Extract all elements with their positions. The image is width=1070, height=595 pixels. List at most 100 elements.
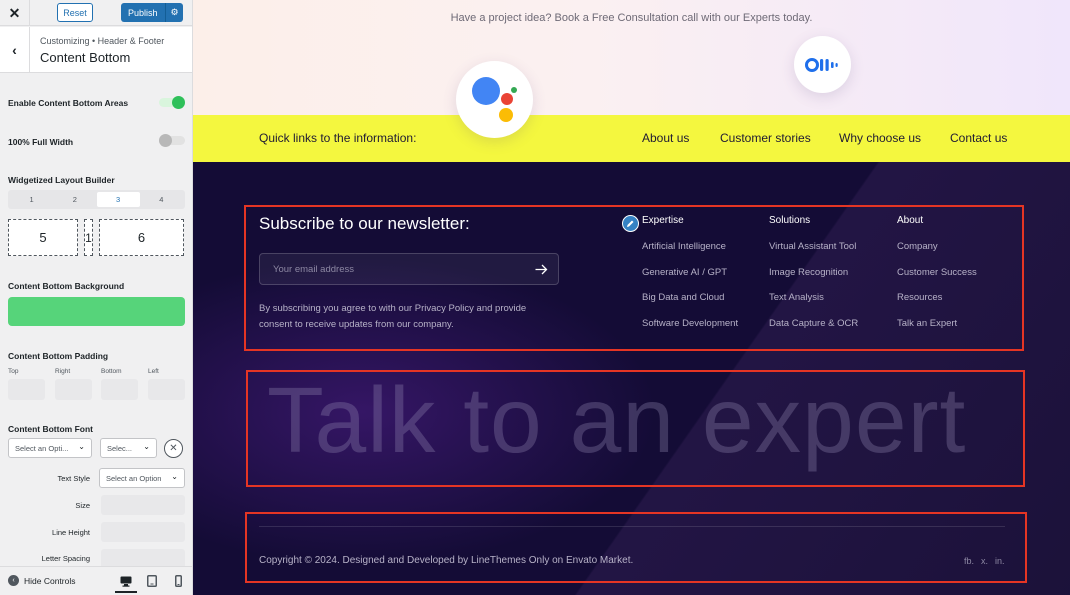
quick-link-about[interactable]: About us (642, 131, 689, 145)
column-width-1[interactable]: 5 (8, 219, 78, 256)
line-height-input[interactable] (101, 522, 185, 542)
site-footer: Subscribe to our newsletter: By subscrib… (193, 162, 1070, 595)
quick-link-why-choose-us[interactable]: Why choose us (839, 131, 921, 145)
publish-label: Publish (128, 7, 158, 18)
breadcrumb: Customizing • Header & Footer (40, 36, 165, 46)
padding-top-input[interactable] (8, 379, 45, 400)
panel-header: ‹ Customizing • Header & Footer Content … (0, 27, 192, 73)
layout-tab-4[interactable]: 4 (140, 192, 183, 207)
layout-tab-2[interactable]: 2 (53, 192, 96, 207)
chevron-down-icon: ⌄ (78, 442, 85, 451)
gear-icon[interactable]: ⚙ (165, 3, 183, 22)
footer-link[interactable]: Artificial Intelligence (642, 241, 726, 252)
hide-controls-button[interactable]: ‹ Hide Controls (8, 575, 76, 586)
size-input[interactable] (101, 495, 185, 515)
talk-to-expert-heading[interactable]: Talk to an expert (267, 367, 966, 474)
footer-link[interactable]: Customer Success (897, 267, 977, 278)
letter-spacing-label: Letter Spacing (41, 554, 90, 563)
layout-builder-label: Widgetized Layout Builder (8, 175, 115, 185)
line-height-label: Line Height (52, 528, 90, 537)
padding-right-label: Right (55, 368, 71, 375)
pencil-icon[interactable] (622, 215, 639, 232)
toggle-knob (159, 134, 172, 147)
copyright-text: Copyright © 2024. Designed and Developed… (259, 555, 634, 566)
footer-link[interactable]: Image Recognition (769, 267, 848, 278)
tablet-preview-icon[interactable] (144, 573, 160, 589)
footer-link[interactable]: Big Data and Cloud (642, 292, 724, 303)
cta-hero: Have a project idea? Book a Free Consult… (193, 0, 1070, 115)
layout-tab-1[interactable]: 1 (10, 192, 53, 207)
toggle-knob (172, 96, 185, 109)
desktop-preview-icon[interactable] (115, 571, 137, 593)
social-link-x[interactable]: x. (981, 556, 988, 566)
enable-content-bottom-label: Enable Content Bottom Areas (8, 98, 129, 108)
footer-link[interactable]: Virtual Assistant Tool (769, 241, 856, 252)
footer-col-heading-solutions: Solutions (769, 215, 811, 226)
site-preview: Have a project idea? Book a Free Consult… (193, 0, 1070, 595)
collapse-icon: ‹ (8, 575, 19, 586)
selected-widget-area-3 (245, 512, 1027, 583)
footer-link[interactable]: Resources (897, 292, 942, 303)
font-label: Content Bottom Font (8, 424, 93, 434)
layout-tab-3[interactable]: 3 (96, 192, 140, 207)
newsletter-title: Subscribe to our newsletter: (259, 214, 470, 233)
font-weight-value: Selec... (107, 443, 133, 453)
footer-divider (259, 526, 1005, 527)
reset-button[interactable]: Reset (57, 3, 93, 22)
footer-link[interactable]: Company (897, 241, 938, 252)
quick-link-contact[interactable]: Contact us (950, 131, 1007, 145)
publish-button[interactable]: Publish ⚙ (121, 3, 183, 22)
layout-column-tabs: 1 2 3 4 (8, 190, 185, 209)
email-field[interactable] (259, 253, 559, 285)
clear-icon[interactable]: ✕ (164, 439, 183, 458)
padding-right-input[interactable] (55, 379, 92, 400)
full-width-toggle[interactable] (159, 134, 185, 147)
padding-bottom-label: Bottom (101, 368, 122, 375)
padding-bottom-input[interactable] (101, 379, 138, 400)
customizer-toolbar: ✕ Reset Publish ⚙ (0, 0, 192, 26)
email-input[interactable] (260, 254, 520, 284)
font-weight-select[interactable]: Selec... ⌄ (100, 438, 157, 458)
full-width-label: 100% Full Width (8, 137, 74, 147)
enable-content-bottom-toggle[interactable] (159, 96, 185, 109)
newsletter-note: By subscribing you agree to with our Pri… (259, 303, 527, 330)
footer-link[interactable]: Software Development (642, 318, 738, 329)
padding-top-label: Top (8, 368, 19, 375)
padding-left-label: Left (148, 368, 159, 375)
padding-left-input[interactable] (148, 379, 185, 400)
panel-title: Content Bottom (40, 50, 131, 65)
google-assistant-logo (456, 61, 533, 138)
footer-link[interactable]: Talk an Expert (897, 318, 957, 329)
quick-links-bar: Quick links to the information: About us… (193, 115, 1070, 162)
background-label: Content Bottom Background (8, 281, 125, 291)
column-width-3[interactable]: 6 (99, 219, 184, 256)
otter-logo (794, 36, 851, 93)
arrow-right-icon[interactable] (532, 260, 550, 278)
text-style-value: Select an Option (106, 473, 162, 483)
hero-text: Have a project idea? Book a Free Consult… (450, 12, 813, 24)
mobile-preview-icon[interactable] (170, 573, 186, 589)
footer-link[interactable]: Text Analysis (769, 292, 824, 303)
hide-controls-label: Hide Controls (24, 575, 76, 586)
footer-col-heading-about: About (897, 215, 924, 226)
footer-col-heading-expertise: Expertise (642, 215, 684, 226)
customizer-footer: ‹ Hide Controls (0, 566, 192, 595)
padding-label: Content Bottom Padding (8, 351, 109, 361)
close-icon[interactable]: ✕ (0, 0, 30, 26)
quick-link-customer-stories[interactable]: Customer stories (720, 131, 811, 145)
footer-link[interactable]: Generative AI / GPT (642, 267, 727, 278)
size-label: Size (75, 501, 90, 510)
customizer-sidebar: ✕ Reset Publish ⚙ ‹ Customizing • Header… (0, 0, 193, 595)
social-link-facebook[interactable]: fb. (964, 556, 974, 566)
chevron-down-icon: ⌄ (171, 472, 178, 481)
quick-links-label: Quick links to the information: (259, 131, 417, 145)
text-style-select[interactable]: Select an Option ⌄ (99, 468, 185, 488)
footer-link[interactable]: Data Capture & OCR (769, 318, 858, 329)
font-family-select[interactable]: Select an Opti... ⌄ (8, 438, 92, 458)
back-arrow-icon[interactable]: ‹ (0, 27, 30, 73)
chevron-down-icon: ⌄ (143, 442, 150, 451)
text-style-label: Text Style (57, 474, 90, 483)
social-link-instagram[interactable]: in. (995, 556, 1005, 566)
column-width-2[interactable]: 1 (84, 219, 93, 256)
background-color-swatch[interactable] (8, 297, 185, 326)
